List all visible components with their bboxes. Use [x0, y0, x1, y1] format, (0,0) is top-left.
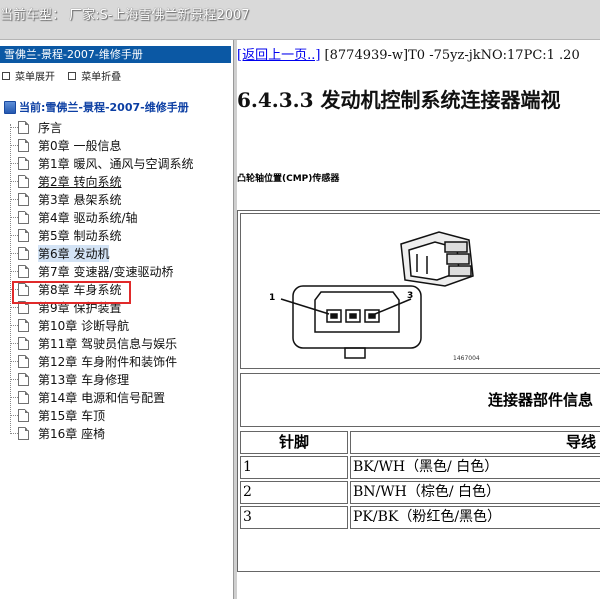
page-icon — [18, 354, 29, 368]
pin-cell: 3 — [240, 506, 348, 529]
section-title: 6.4.3.3 发动机控制系统连接器端视 — [237, 88, 561, 112]
tree-item[interactable]: 第12章 车身附件和装饰件 — [10, 352, 177, 370]
connector-diagram: 1 3 1467004 — [269, 231, 480, 362]
back-link[interactable]: [返回上一页..] — [237, 48, 320, 63]
page-icon — [18, 210, 29, 224]
table-header-row: 针脚 导线 — [240, 431, 600, 454]
page-icon — [18, 228, 29, 242]
connector-figure: 1 3 1467004 — [240, 213, 600, 369]
tree-item[interactable]: 第10章 诊断导航 — [10, 316, 129, 334]
tree-item[interactable]: 第3章 悬架系统 — [10, 190, 121, 208]
page-icon — [18, 156, 29, 170]
book-icon — [4, 100, 16, 114]
collapse-icon — [68, 71, 77, 80]
wire-cell: BN/WH（棕色/ 白色） — [350, 481, 600, 504]
page-icon — [18, 336, 29, 350]
page-icon — [18, 174, 29, 188]
tree-item[interactable]: 第5章 制动系统 — [10, 226, 121, 244]
page-icon — [18, 426, 29, 440]
wire-cell: PK/BK（粉红色/黑色） — [350, 506, 600, 529]
header-wire: 导线 — [350, 431, 600, 454]
page-icon — [18, 246, 29, 260]
expand-all-button[interactable]: 菜单展开 — [2, 68, 55, 83]
page-icon — [18, 264, 29, 278]
table-row: 2 BN/WH（棕色/ 白色） — [240, 481, 600, 504]
tree-item-selected[interactable]: 第6章 发动机 — [10, 244, 110, 262]
page-icon — [18, 192, 29, 206]
header-pin: 针脚 — [240, 431, 348, 454]
tree-root[interactable]: 当前:雪佛兰-景程-2007-维修手册 — [4, 99, 189, 115]
content-pane: [返回上一页..] [8774939-w]T0 -75yz-jkNO:17PC:… — [237, 40, 600, 599]
tree-item[interactable]: 第13章 车身修理 — [10, 370, 129, 388]
menu-controls: 菜单展开 菜单折叠 — [2, 68, 131, 83]
expand-icon — [2, 71, 10, 80]
tree-item[interactable]: 第1章 暖风、通风与空调系统 — [10, 154, 193, 172]
connector-plug-drawing — [400, 231, 474, 287]
tree-item[interactable]: 第15章 车顶 — [10, 406, 105, 424]
table-row: 1 BK/WH（黑色/ 白色） — [240, 456, 600, 479]
collapse-all-button[interactable]: 菜单折叠 — [68, 68, 121, 83]
tree-item[interactable]: 第4章 驱动系统/轴 — [10, 208, 138, 226]
tree-item[interactable]: 第16章 座椅 — [10, 424, 105, 442]
info-heading-cell: 连接器部件信息 — [240, 373, 600, 427]
tree-item[interactable]: 第11章 驾驶员信息与娱乐 — [10, 334, 177, 352]
doc-reference: [8774939-w]T0 -75yz-jkNO:17PC:1 .20 — [320, 48, 580, 63]
sidebar: 雪佛兰-景程-2007-维修手册 菜单展开 菜单折叠 当前:雪佛兰-景程-200… — [0, 40, 233, 599]
window-title: 当前车型： 厂家:S-上海雪佛兰新景程2007 — [0, 8, 250, 23]
wire-cell: BK/WH（黑色/ 白色） — [350, 456, 600, 479]
sidebar-header: 雪佛兰-景程-2007-维修手册 — [0, 46, 231, 63]
page-icon — [18, 120, 29, 134]
table-row: 3 PK/BK（粉红色/黑色） — [240, 506, 600, 529]
tree-item[interactable]: 第14章 电源和信号配置 — [10, 388, 165, 406]
callout-1: 1 — [269, 293, 275, 303]
collapse-all-label: 菜单折叠 — [81, 72, 122, 83]
info-heading: 连接器部件信息 — [488, 391, 594, 409]
connector-face-drawing — [280, 285, 422, 359]
tree-item[interactable]: 第2章 转向系统 — [10, 172, 121, 190]
connector-table: 1 3 1467004 连接器部件信息 针脚 导线 1 BK/WH（黑色/ 白色… — [237, 210, 600, 572]
component-caption: 凸轮轴位置(CMP)传感器 — [237, 174, 340, 184]
page-icon — [18, 372, 29, 386]
tree-item[interactable]: 第7章 变速器/变速驱动桥 — [10, 262, 174, 280]
pin-cell: 1 — [240, 456, 348, 479]
tree-root-label: 当前:雪佛兰-景程-2007-维修手册 — [19, 101, 189, 114]
page-icon — [18, 138, 29, 152]
tree-item[interactable]: 序言 — [10, 118, 62, 136]
page-icon — [18, 408, 29, 422]
pin-cell: 2 — [240, 481, 348, 504]
nav-line: [返回上一页..] [8774939-w]T0 -75yz-jkNO:17PC:… — [237, 44, 580, 63]
page-icon — [18, 390, 29, 404]
tree-item[interactable]: 第0章 一般信息 — [10, 136, 121, 154]
expand-all-label: 菜单展开 — [15, 72, 55, 83]
figure-id: 1467004 — [453, 355, 480, 362]
title-bar: 当前车型： 厂家:S-上海雪佛兰新景程2007 — [0, 0, 600, 40]
selection-highlight-box — [12, 281, 131, 304]
page-icon — [18, 318, 29, 332]
callout-3: 3 — [407, 291, 413, 301]
